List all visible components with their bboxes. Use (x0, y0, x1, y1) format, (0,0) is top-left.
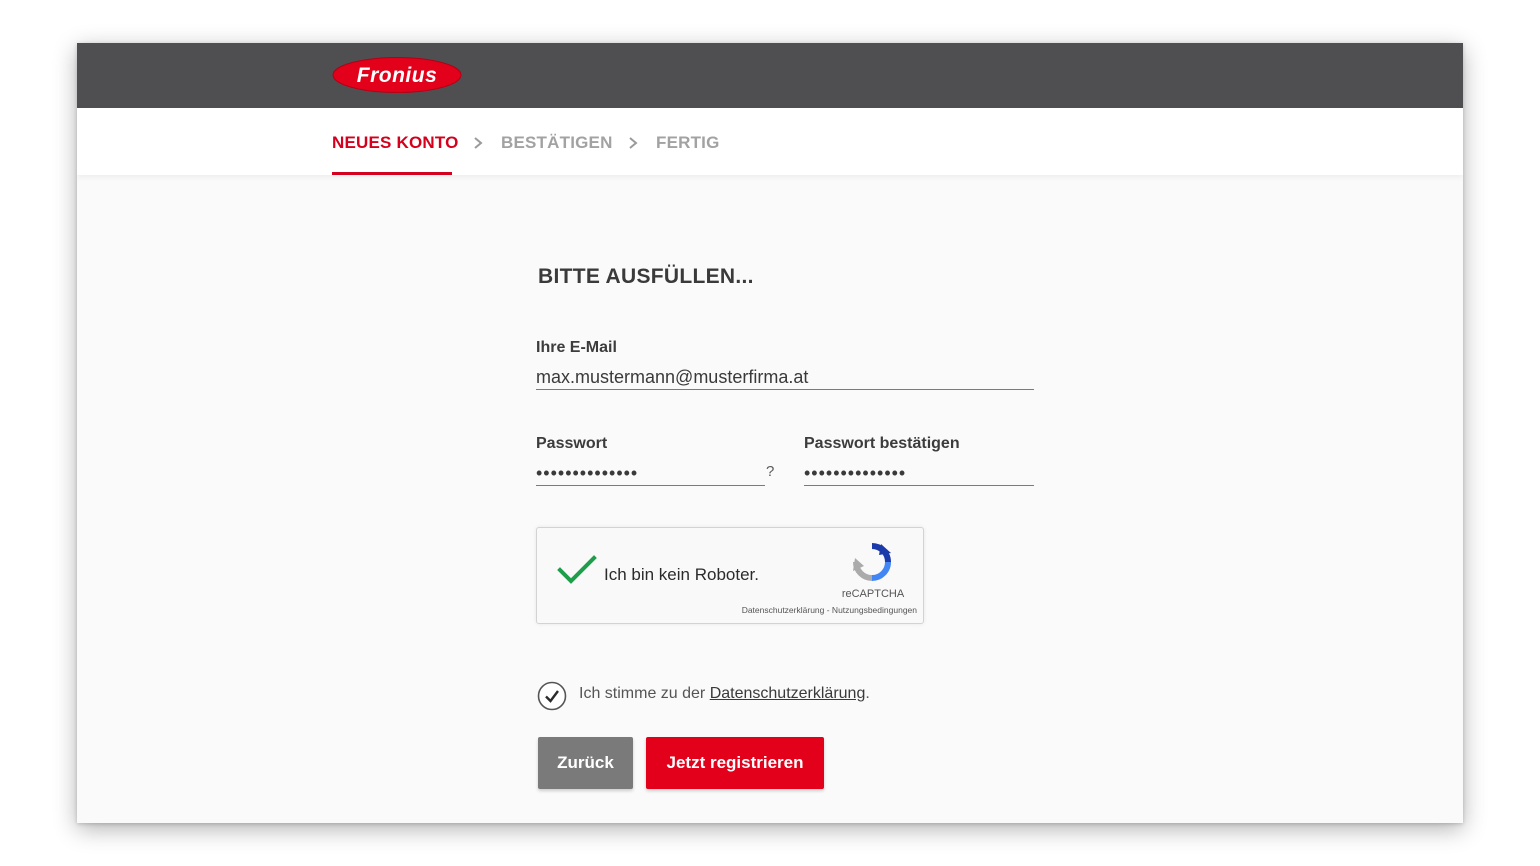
password-confirm-field[interactable] (804, 461, 1034, 486)
recaptcha-label: Ich bin kein Roboter. (604, 565, 759, 584)
checkmark-icon[interactable] (557, 554, 597, 586)
register-button[interactable]: Jetzt registrieren (646, 737, 824, 789)
recaptcha-logo-icon (853, 543, 891, 581)
consent-suffix: . (865, 685, 870, 702)
privacy-policy-link[interactable]: Datenschutzerklärung (710, 685, 866, 702)
active-step-indicator (332, 172, 452, 175)
email-label: Ihre E-Mail (536, 339, 617, 356)
back-button[interactable]: Zurück (538, 737, 633, 789)
password-help-icon[interactable]: ? (766, 463, 774, 480)
recaptcha-brand: reCAPTCHA (841, 588, 905, 600)
form-title: BITTE AUSFÜLLEN... (538, 265, 754, 288)
chevron-right-icon (629, 137, 638, 149)
consent-checkbox[interactable] (537, 681, 567, 711)
step-new-account: NEUES KONTO (332, 133, 459, 152)
step-confirm: BESTÄTIGEN (501, 133, 613, 152)
browser-page: Fronius NEUES KONTO BESTÄTIGEN FERTIG BI… (77, 43, 1463, 823)
recaptcha-links[interactable]: Datenschutzerklärung - Nutzungsbedingung… (687, 605, 917, 615)
email-field[interactable] (536, 365, 1034, 390)
chevron-right-icon (474, 137, 483, 149)
password-label: Passwort (536, 435, 608, 452)
progress-steps: NEUES KONTO BESTÄTIGEN FERTIG (77, 108, 1463, 175)
password-confirm-label: Passwort bestätigen (804, 435, 960, 452)
consent-prefix: Ich stimme zu der (579, 685, 710, 702)
consent-text: Ich stimme zu der Datenschutzerklärung. (579, 685, 870, 703)
password-field[interactable] (536, 461, 765, 486)
fronius-logo[interactable]: Fronius (331, 55, 463, 95)
recaptcha-widget[interactable]: Ich bin kein Roboter. reCAPTCHA Datensch… (536, 527, 924, 624)
step-done: FERTIG (656, 133, 720, 152)
header-bar: Fronius (77, 43, 1463, 108)
logo-wordmark: Fronius (357, 64, 438, 87)
